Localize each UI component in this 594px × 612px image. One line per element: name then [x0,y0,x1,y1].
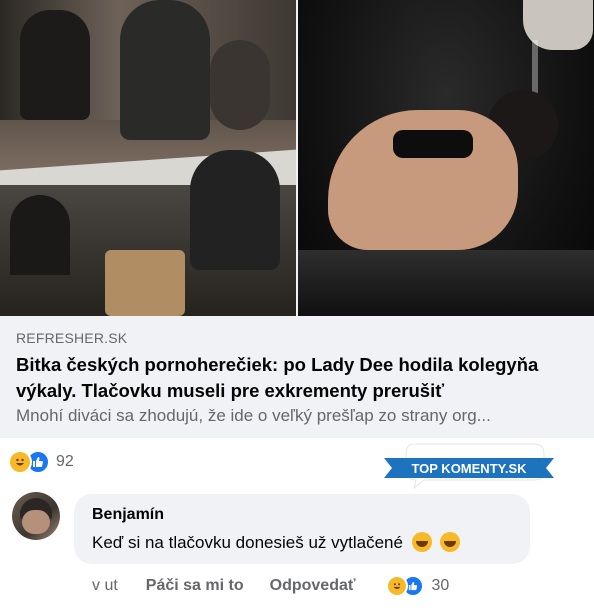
link-description: Mnohí diváci sa zhodujú, že ide o veľký … [16,406,491,425]
comment-timestamp[interactable]: v ut [92,577,118,595]
chair-shape [105,250,185,316]
badge-text: TOP KOMENTY.SK [411,461,527,476]
rofl-emoji-icon [411,532,432,552]
haha-icon [8,450,32,474]
comment-text-line: Keď si na tlačovku donesieš už vytlačené [92,532,461,553]
link-domain: REFRESHER.SK [16,330,128,346]
reaction-count[interactable]: 92 [56,453,74,471]
photo-press-conference-fight [0,0,296,316]
person-silhouette [190,150,280,270]
comment-actions: v ut Páči sa mi to Odpovedať 30 [92,575,449,597]
photo-stage-performer [298,0,594,316]
comment-bubble: Benjamín Keď si na tlačovku donesieš už … [74,494,530,564]
like-button[interactable]: Páči sa mi to [146,577,244,595]
stage-floor-shape [298,250,594,316]
avatar-face-shape [22,510,50,534]
avatar[interactable] [12,492,60,540]
comment-reaction-count: 30 [431,577,450,594]
person-silhouette [20,10,90,120]
haha-icon [385,575,408,597]
reply-button[interactable]: Odpovedať [270,577,356,595]
comment-author[interactable]: Benjamín [92,506,164,524]
comment-reactions[interactable]: 30 [385,575,450,597]
person-silhouette [210,40,270,130]
link-headline[interactable]: Bitka českých pornoherečiek: po Lady Dee… [16,352,578,404]
link-preview-card[interactable]: REFRESHER.SK Bitka českých pornoherečiek… [0,0,594,438]
top-komenty-badge: TOP KOMENTY.SK [384,438,554,494]
link-preview-text[interactable]: REFRESHER.SK Bitka českých pornoherečiek… [16,330,578,426]
post-reactions[interactable]: 92 [8,450,74,474]
clothing-shape [393,130,473,158]
person-silhouette [10,195,70,275]
link-preview-image[interactable] [0,0,594,316]
comment-text: Keď si na tlačovku donesieš už vytlačené [92,533,403,552]
rofl-emoji-icon [440,532,461,552]
person-silhouette [120,0,210,140]
